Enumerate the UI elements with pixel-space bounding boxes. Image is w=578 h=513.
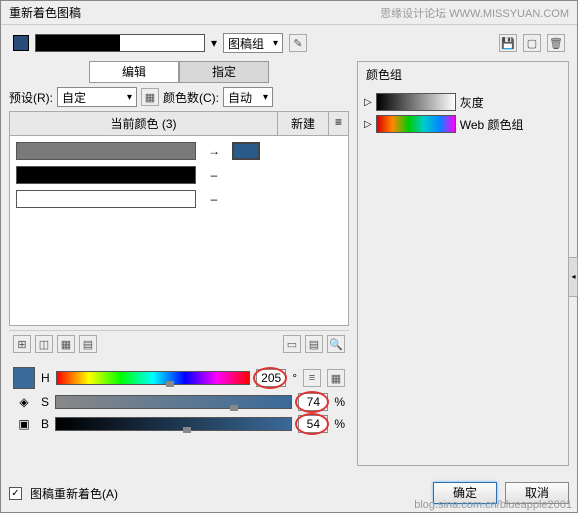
save-icon[interactable]: 💾 [499, 34, 517, 52]
current-color-bar[interactable] [16, 142, 196, 160]
col-new: 新建 [278, 112, 328, 135]
swap-icon[interactable]: ▭ [283, 335, 301, 353]
recolor-checkbox[interactable]: ✓ [9, 487, 22, 500]
colorcount-label: 颜色数(C): [163, 89, 219, 106]
grid-small-icon[interactable]: ▦ [327, 369, 345, 387]
hsb-swatch[interactable] [13, 367, 35, 389]
web-gradient [376, 115, 456, 133]
split-icon[interactable]: ◫ [35, 335, 53, 353]
current-color-bar[interactable] [16, 190, 196, 208]
b-label: B [41, 417, 49, 431]
gradient-selector[interactable] [35, 34, 205, 52]
arrow-icon: → [204, 144, 224, 158]
watermark-top: 思缘设计论坛 WWW.MISSYUAN.COM [380, 5, 569, 21]
colorgroup-item-gray[interactable]: ▷ 灰度 [364, 93, 562, 111]
edit-icon[interactable]: ✎ [289, 34, 307, 52]
h-slider[interactable] [56, 371, 251, 385]
colorgroup-title: 颜色组 [358, 62, 568, 87]
search-icon[interactable]: 🔍 [327, 335, 345, 353]
s-label: S [41, 395, 49, 409]
trash-icon[interactable]: 🗑 [547, 34, 565, 52]
merge-icon[interactable]: ▦ [57, 335, 75, 353]
window-title: 重新着色图稿 [9, 4, 380, 21]
tab-edit[interactable]: 编辑 [89, 61, 179, 83]
new-icon[interactable]: ▢ [523, 34, 541, 52]
b-unit: % [334, 417, 345, 431]
group-label: Web 颜色组 [460, 116, 524, 133]
grid-icon[interactable]: ⊞ [13, 335, 31, 353]
gray-gradient [376, 93, 456, 111]
tab-assign[interactable]: 指定 [179, 61, 269, 83]
dash-icon: – [204, 192, 224, 206]
h-label: H [41, 371, 50, 385]
link-icon[interactable]: ▤ [305, 335, 323, 353]
h-unit: ° [292, 371, 297, 385]
preset-icon[interactable]: ▦ [141, 88, 159, 106]
new-color-swatch[interactable] [232, 142, 260, 160]
s-unit: % [334, 395, 345, 409]
recolor-label: 图稿重新着色(A) [30, 485, 118, 502]
stack-icon[interactable]: ▤ [79, 335, 97, 353]
dash-icon: – [204, 168, 224, 182]
preset-combo[interactable]: 自定 [57, 87, 137, 107]
annotation-circle [295, 413, 329, 435]
s-value[interactable]: 74 [298, 393, 328, 411]
panel-collapse-handle[interactable]: ◂ [568, 257, 578, 297]
chevron-down-icon[interactable]: ▾ [211, 36, 217, 50]
list-menu-icon[interactable]: ≡ [328, 112, 348, 135]
color-row[interactable]: – [16, 166, 342, 184]
col-current: 当前颜色 (3) [10, 112, 278, 135]
current-color-bar[interactable] [16, 166, 196, 184]
color-list: → – – [9, 136, 349, 326]
b-value[interactable]: 54 [298, 415, 328, 433]
color-row[interactable]: – [16, 190, 342, 208]
h-value[interactable]: 205 [256, 369, 286, 387]
annotation-circle [253, 367, 287, 389]
annotation-circle [295, 391, 329, 413]
b-slider[interactable] [55, 417, 292, 431]
s-slider[interactable] [55, 395, 292, 409]
artboard-combo[interactable]: 图稿组 [223, 33, 283, 53]
new-color-swatch [232, 190, 260, 208]
color-row[interactable]: → [16, 142, 342, 160]
slider-menu-icon[interactable]: ≡ [303, 369, 321, 387]
triangle-icon: ▷ [364, 119, 372, 130]
new-color-swatch [232, 166, 260, 184]
active-swatch[interactable] [13, 35, 29, 51]
colorcount-combo[interactable]: 自动 [223, 87, 273, 107]
triangle-icon: ▷ [364, 97, 372, 108]
watermark-bottom: blog.sina.com.cn/blueapple2001 [414, 499, 572, 511]
colorgroup-item-web[interactable]: ▷ Web 颜色组 [364, 115, 562, 133]
group-label: 灰度 [460, 94, 484, 111]
preset-label: 预设(R): [9, 89, 53, 106]
